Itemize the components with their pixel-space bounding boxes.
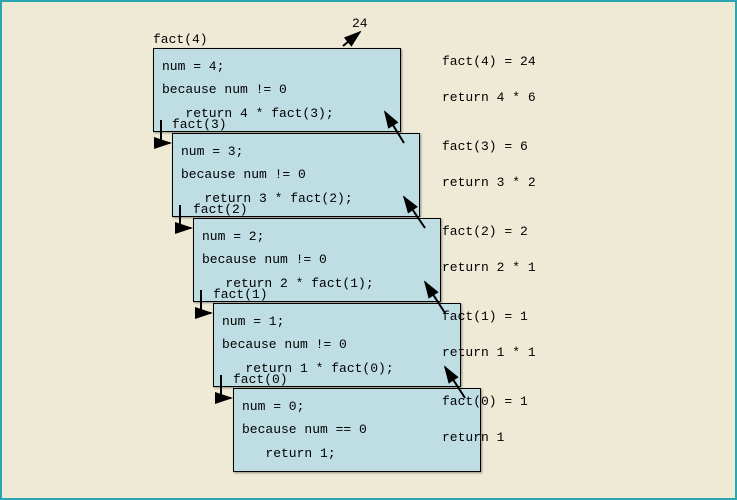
return-expr-2: return 2 * 1 bbox=[442, 260, 536, 275]
return-expr-4: return 1 bbox=[442, 430, 504, 445]
frame-label-4: fact(0) bbox=[233, 372, 288, 387]
diagram-frame: 24 fact(4)num = 4; because num != 0 retu… bbox=[0, 0, 737, 500]
return-title-0: fact(4) = 24 bbox=[442, 54, 536, 69]
return-title-1: fact(3) = 6 bbox=[442, 139, 528, 154]
return-expr-1: return 3 * 2 bbox=[442, 175, 536, 190]
return-title-3: fact(1) = 1 bbox=[442, 309, 528, 324]
return-title-4: fact(0) = 1 bbox=[442, 394, 528, 409]
return-expr-0: return 4 * 6 bbox=[442, 90, 536, 105]
frame-label-1: fact(3) bbox=[172, 117, 227, 132]
frame-label-2: fact(2) bbox=[193, 202, 248, 217]
frame-label-3: fact(1) bbox=[213, 287, 268, 302]
final-result: 24 bbox=[352, 16, 368, 31]
return-title-2: fact(2) = 2 bbox=[442, 224, 528, 239]
frame-label-0: fact(4) bbox=[153, 32, 208, 47]
return-expr-3: return 1 * 1 bbox=[442, 345, 536, 360]
